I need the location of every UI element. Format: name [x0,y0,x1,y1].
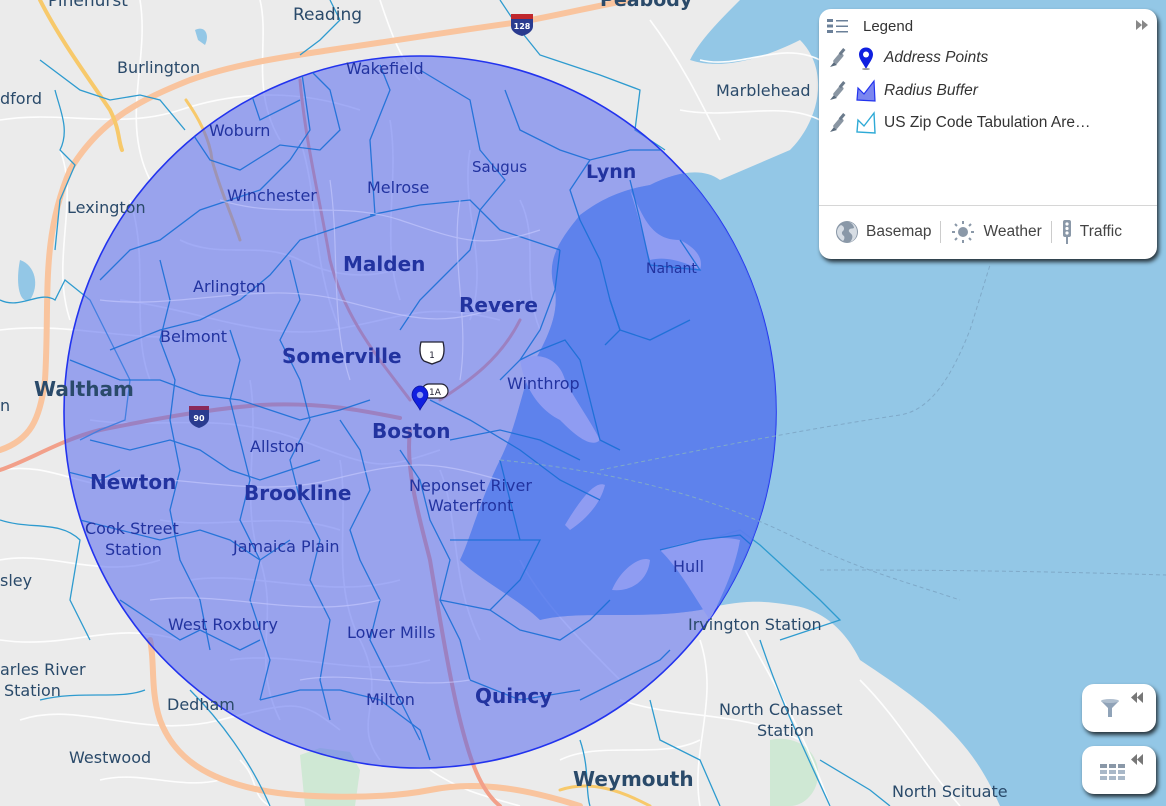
label-dedham: Dedham [167,695,235,714]
funnel-icon [1101,699,1119,717]
label-somerville: Somerville [282,344,402,368]
double-chevron-left-icon[interactable] [1131,754,1143,765]
basemap-label: Basemap [866,223,932,240]
label-lynn: Lynn [586,161,636,183]
label-belmont: Belmont [160,327,227,346]
paintbrush-icon[interactable] [827,80,849,102]
paintbrush-icon[interactable] [827,47,849,69]
map-pin-icon [859,47,873,71]
label-weston: n [0,396,10,415]
legend-title: Legend [863,17,914,35]
traffic-button[interactable]: Traffic [1061,219,1122,245]
label-nahant: Nahant [646,261,697,277]
label-waltham: Waltham [34,377,134,401]
label-pinehurst: Pinehurst [48,0,128,11]
label-boston: Boston [372,419,450,443]
legend-layer-zip-codes[interactable]: US Zip Code Tabulation Are… [827,107,1091,140]
legend-layer-name: Address Points [884,49,989,67]
label-revere: Revere [459,293,538,317]
label-irvington-station: Irvington Station [688,615,822,634]
label-melrose: Melrose [367,178,429,197]
weather-label: Weather [983,223,1042,240]
double-chevron-left-icon[interactable] [1131,692,1143,703]
label-woburn: Woburn [209,121,270,140]
label-neponset-river: Neponset River [409,476,532,495]
grid-table-icon [1100,764,1125,780]
label-peabody: Peabody [600,0,693,11]
label-charles-river: arles River [0,660,86,679]
double-chevron-right-icon[interactable] [1135,19,1149,31]
label-north-scituate: North Scituate [892,782,1008,801]
label-cook-street: Cook Street [85,519,179,538]
label-brookline: Brookline [244,481,351,505]
label-north-cohasset-station: Station [757,721,814,740]
label-saugus: Saugus [472,158,527,176]
footer-divider [1050,221,1052,243]
legend-list-icon [827,19,848,33]
polygon-fill-icon [856,79,876,102]
label-charles-river-station: Station [4,681,61,700]
legend-layer-list: Address Points Radius Buffer US Zip Code… [827,42,1091,140]
legend-divider [819,205,1157,206]
label-lower-mills: Lower Mills [347,623,436,642]
label-jamaica-plain: Jamaica Plain [232,537,340,556]
legend-layer-radius-buffer[interactable]: Radius Buffer [827,75,1091,108]
traffic-label: Traffic [1079,223,1122,240]
label-marblehead: Marblehead [716,81,811,100]
label-winchester: Winchester [227,186,317,205]
filter-tool-button[interactable] [1082,684,1156,732]
us-route-1-shield: 1 [419,341,445,365]
sun-icon [952,221,975,243]
label-wellesley: sley [0,571,32,590]
label-reading: Reading [293,5,362,25]
polygon-outline-icon [856,111,876,134]
label-weymouth: Weymouth [573,767,694,791]
svg-text:1A: 1A [429,388,442,398]
label-west-roxbury: West Roxbury [168,615,278,634]
footer-divider [940,221,942,243]
label-bedford: dford [0,89,42,108]
label-north-cohasset: North Cohasset [719,700,843,719]
legend-footer: Basemap Weather Traffic [819,217,1157,247]
label-burlington: Burlington [117,58,200,77]
label-wakefield: Wakefield [346,59,424,78]
weather-button[interactable]: Weather [950,220,1042,244]
label-winthrop: Winthrop [507,374,580,393]
legend-panel: Legend Address Points Radius Buffer US Z… [819,9,1157,259]
label-newton: Newton [90,470,176,494]
basemap-button[interactable]: Basemap [835,220,931,244]
label-quincy: Quincy [475,684,552,708]
label-westwood: Westwood [69,748,151,767]
legend-layer-address-points[interactable]: Address Points [827,42,1091,75]
svg-text:128: 128 [514,22,531,31]
legend-header: Legend [827,15,1149,37]
label-arlington: Arlington [193,277,266,296]
svg-text:90: 90 [193,414,205,423]
paintbrush-icon[interactable] [827,112,849,134]
label-milton: Milton [366,690,415,709]
traffic-light-icon [1062,220,1071,244]
legend-layer-name: US Zip Code Tabulation Are… [884,114,1091,132]
label-malden: Malden [343,252,425,276]
label-cook-street-station: Station [105,540,162,559]
label-lexington: Lexington [67,198,146,217]
label-hull: Hull [673,557,704,576]
table-tool-button[interactable] [1082,746,1156,794]
legend-layer-name: Radius Buffer [884,81,978,99]
label-waterfront: Waterfront [428,496,513,515]
label-allston: Allston [250,437,304,456]
globe-icon [836,221,858,243]
svg-text:1: 1 [429,351,435,361]
